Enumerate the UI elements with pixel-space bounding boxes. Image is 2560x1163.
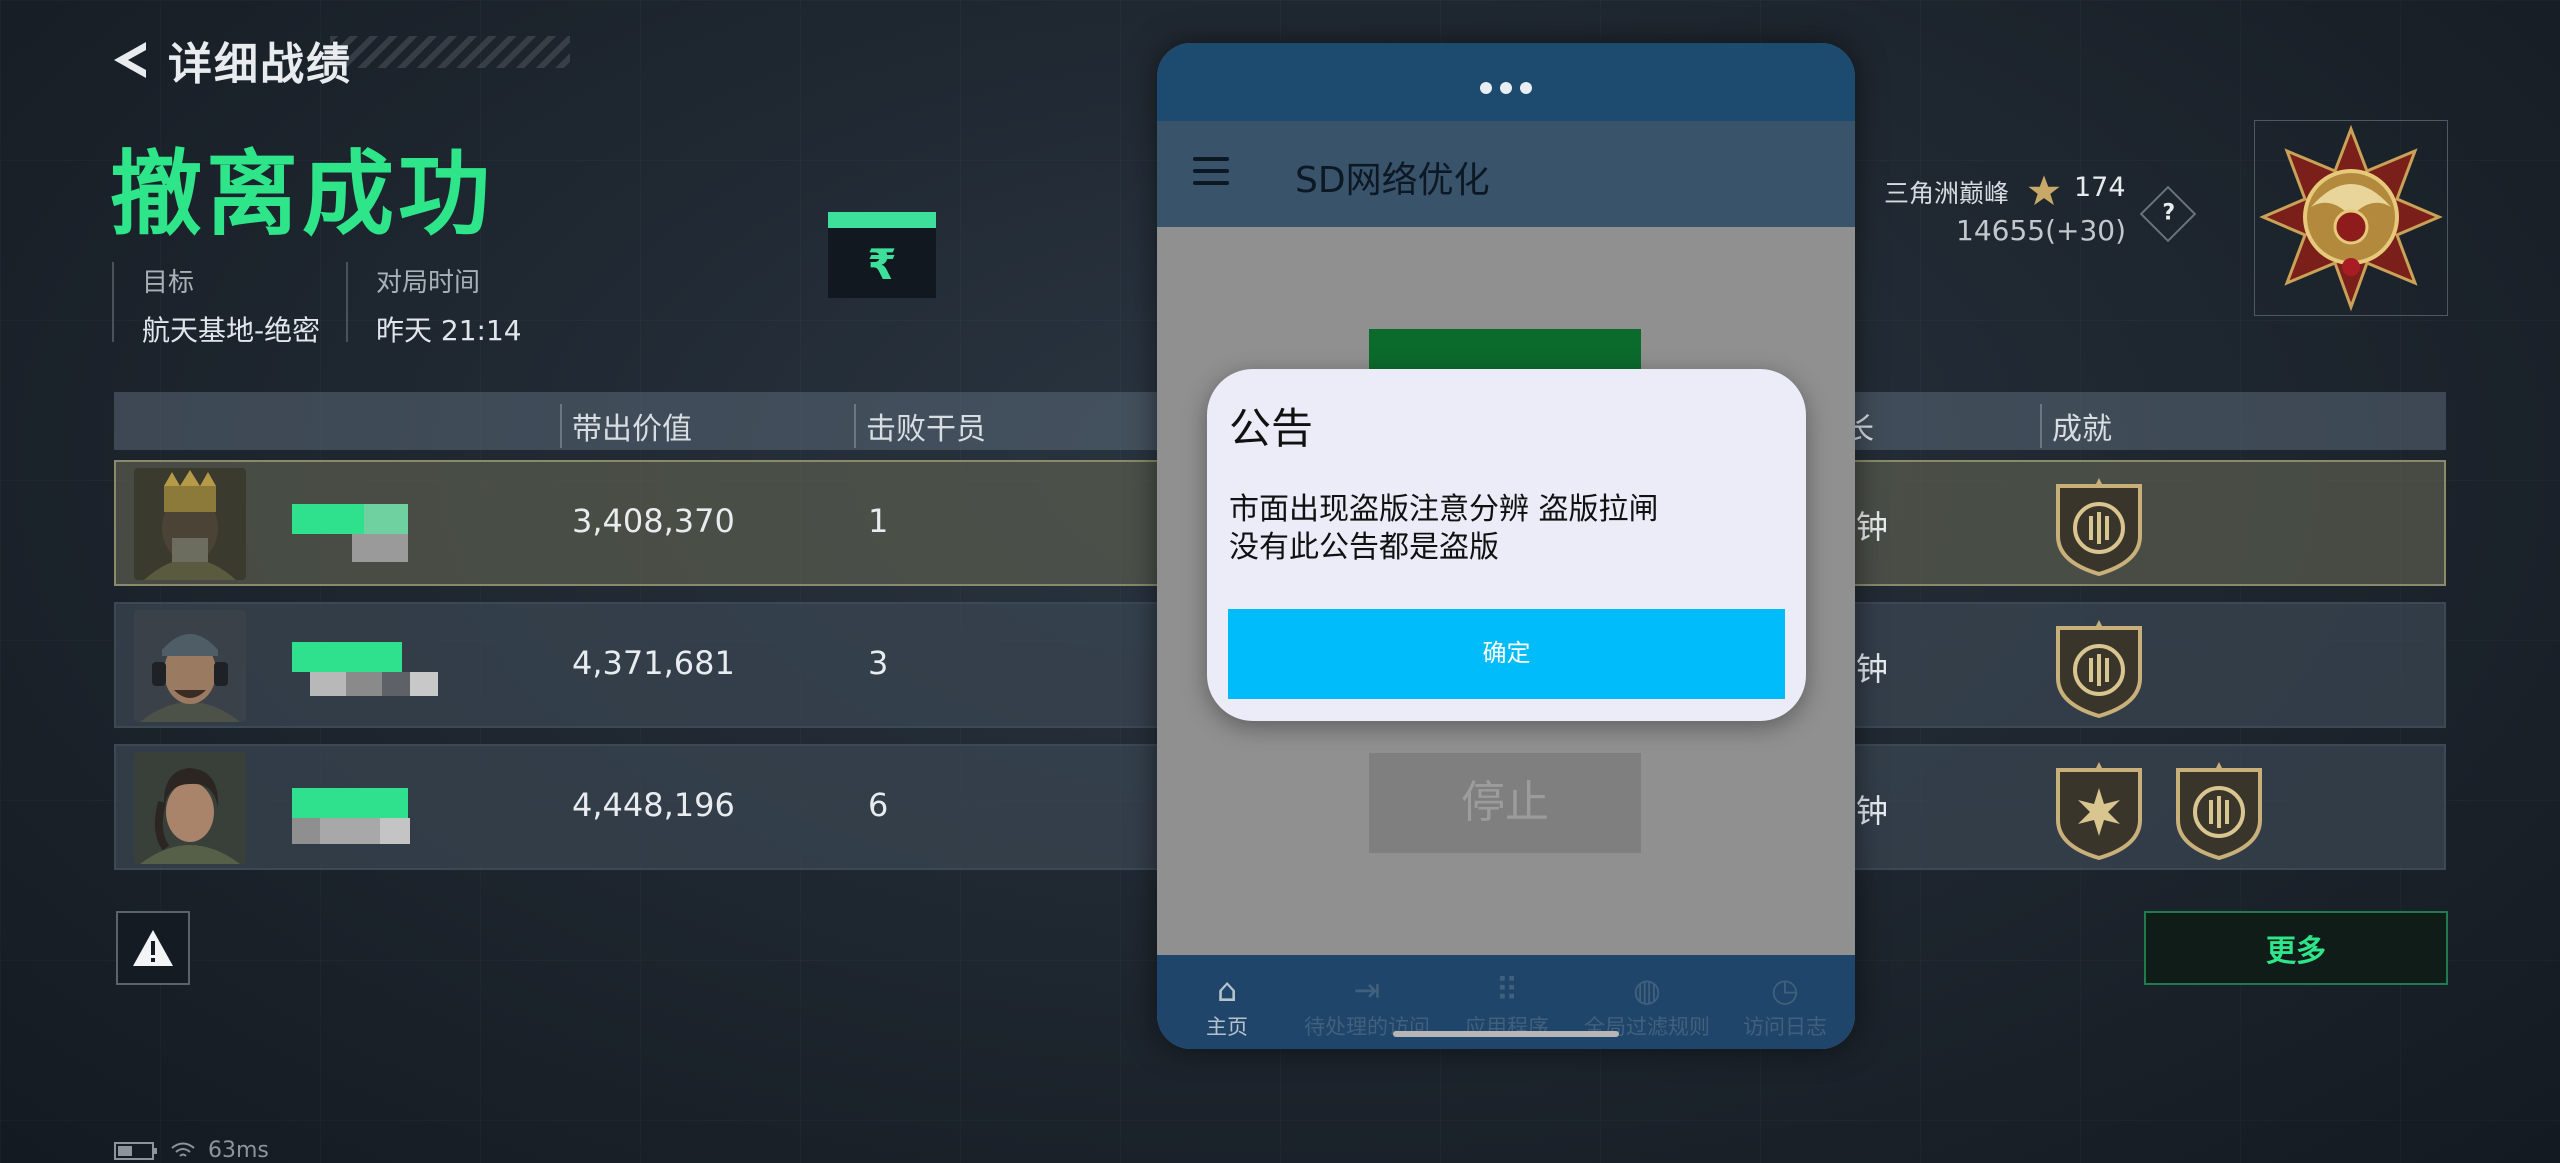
more-button[interactable]: 更多 <box>2144 911 2448 985</box>
app-title: SD网络优化 <box>1295 160 1490 201</box>
dialog-message: 市面出现盗版注意分辨 盗版拉闸 没有此公告都是盗版 <box>1229 492 1659 565</box>
nav-home[interactable]: ⌂ 主页 <box>1157 973 1297 1041</box>
target-info: 目标 航天基地-绝密 <box>142 262 320 349</box>
warning-icon <box>133 930 173 966</box>
extracted-value: 4,371,681 <box>572 644 735 682</box>
achievement-badge-icon[interactable] <box>2050 476 2148 576</box>
duration-value: 钟 <box>1856 508 1889 546</box>
extracted-value: 4,448,196 <box>572 786 735 824</box>
column-header: 击败干员 <box>854 404 986 448</box>
duration-value: 钟 <box>1856 792 1889 830</box>
menu-icon[interactable] <box>1193 157 1229 185</box>
kills-count: 3 <box>868 644 889 682</box>
more-dots-icon[interactable] <box>1157 79 1855 98</box>
match-time-label: 对局时间 <box>376 268 481 298</box>
home-icon: ⌂ <box>1216 971 1238 1009</box>
back-button[interactable]: 详细战绩 <box>110 28 352 92</box>
globe-icon: ◍ <box>1633 971 1661 1009</box>
column-header: 成就 <box>2040 404 2112 448</box>
header-stripe-decoration <box>330 36 570 68</box>
medal-icon <box>2259 124 2443 312</box>
rank-stars: 174 <box>2074 172 2126 203</box>
info-divider <box>346 262 348 342</box>
stop-button[interactable]: 停止 <box>1369 753 1641 853</box>
achievement-badge-icon[interactable] <box>2050 760 2148 860</box>
announcement-dialog: 公告 市面出现盗版注意分辨 盗版拉闸 没有此公告都是盗版 确定 <box>1207 369 1806 721</box>
question-icon: ? <box>2162 200 2176 226</box>
rank-medal[interactable] <box>2254 120 2448 316</box>
target-value: 航天基地-绝密 <box>142 314 321 347</box>
battery-icon <box>114 1141 157 1160</box>
result-title: 撤离成功 <box>110 141 495 248</box>
home-indicator[interactable] <box>1393 1031 1619 1037</box>
match-time-info: 对局时间 昨天 21:14 <box>376 262 522 349</box>
achievement-badge-icon[interactable] <box>2170 760 2268 860</box>
page-title: 详细战绩 <box>168 39 352 90</box>
nav-access-log[interactable]: ◷ 访问日志 <box>1715 973 1855 1041</box>
status-bar: 63ms <box>114 1138 269 1163</box>
ping-value: 63ms <box>208 1138 269 1163</box>
extracted-value: 3,408,370 <box>572 502 735 540</box>
target-label: 目标 <box>142 268 195 298</box>
duration-value: 钟 <box>1856 650 1889 688</box>
achievement-badge-icon[interactable] <box>2050 618 2148 718</box>
apps-grid-icon: ⠿ <box>1495 971 1519 1009</box>
confirm-button[interactable]: 确定 <box>1228 609 1785 699</box>
kills-count: 1 <box>868 502 889 540</box>
operator-avatar <box>134 752 246 864</box>
report-button[interactable] <box>116 911 190 985</box>
nav-label: 访问日志 <box>1743 1015 1827 1039</box>
info-divider <box>112 262 114 342</box>
kills-count: 6 <box>868 786 889 824</box>
dialog-title: 公告 <box>1229 404 1314 453</box>
arrow-into-icon: ⇥ <box>1353 971 1381 1009</box>
app-toolbar: SD网络优化 <box>1157 121 1855 227</box>
rank-score: 14655(+30) <box>1956 214 2127 247</box>
match-time-value: 昨天 21:14 <box>376 314 522 347</box>
star-icon <box>2028 175 2060 206</box>
back-arrow-icon <box>114 42 146 78</box>
history-icon: ◷ <box>1771 971 1799 1009</box>
wifi-icon <box>171 1142 195 1157</box>
operator-avatar <box>134 468 246 580</box>
operator-avatar <box>134 610 246 722</box>
phone-top-bar <box>1157 43 1855 121</box>
rupee-icon: ₹ <box>867 240 897 289</box>
currency-badge[interactable]: ₹ <box>828 212 936 298</box>
help-button[interactable]: ? <box>2139 185 2197 243</box>
column-header: 带出价值 <box>560 404 692 448</box>
rank-name: 三角洲巅峰 <box>1884 179 2010 208</box>
nav-label: 主页 <box>1206 1015 1248 1039</box>
